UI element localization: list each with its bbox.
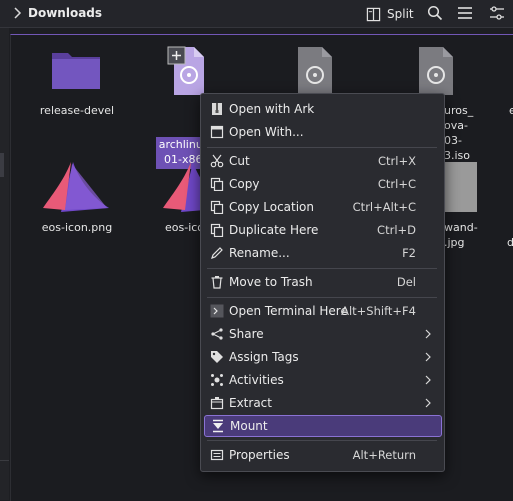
search-icon[interactable]: [427, 5, 443, 21]
split-label: Split: [387, 7, 414, 21]
open-with-icon: [210, 125, 224, 139]
menu-item-label: Assign Tags: [229, 350, 299, 364]
menu-item-shortcut: Ctrl+Alt+C: [352, 200, 416, 214]
disc-image-file-icon[interactable]: [415, 45, 457, 97]
pencil-icon: [211, 247, 223, 259]
menu-item-label: Share: [229, 327, 264, 341]
context-menu: Open with Ark Open With... Cut Ctrl+X Co…: [200, 93, 445, 472]
menu-item-mount[interactable]: Mount: [204, 415, 442, 437]
menu-separator: [207, 440, 437, 441]
menu-item-label: Copy: [229, 177, 260, 191]
menu-item-label: Open With...: [229, 125, 304, 139]
breadcrumb-current-folder[interactable]: Downloads: [28, 6, 102, 20]
extract-icon: [210, 397, 224, 410]
menu-item-rename[interactable]: Rename... F2: [204, 242, 440, 264]
menu-item-label: Copy Location: [229, 200, 315, 214]
menu-separator: [207, 147, 437, 148]
places-panel-edge: [0, 28, 9, 500]
menu-item-open-with[interactable]: Open With...: [204, 121, 440, 143]
mount-icon: [213, 419, 223, 433]
tag-icon: [211, 351, 223, 363]
file-name-line: uros_: [444, 104, 474, 117]
disc-image-file-icon[interactable]: [294, 45, 336, 97]
menu-item-shortcut: Ctrl+X: [378, 154, 416, 168]
menu-item-properties[interactable]: Properties Alt+Return: [204, 444, 440, 466]
menu-item-assign-tags[interactable]: Assign Tags: [204, 346, 440, 368]
menu-separator: [207, 297, 437, 298]
submenu-arrow-icon: [425, 398, 431, 408]
file-name-line: wand-: [444, 221, 478, 234]
menu-item-shortcut: F2: [402, 246, 416, 260]
menu-item-copy[interactable]: Copy Ctrl+C: [204, 173, 440, 195]
panel-selection-marker: [0, 153, 4, 177]
file-name-iso-partial[interactable]: uros_ ova-03- 3.iso: [444, 103, 484, 163]
menu-item-label: Rename...: [229, 246, 290, 260]
activities-icon: [211, 374, 223, 386]
folder-icon[interactable]: [50, 47, 102, 91]
submenu-arrow-icon: [425, 352, 431, 362]
toolbar: Downloads Split: [0, 0, 513, 28]
menu-item-label: Open with Ark: [229, 102, 315, 116]
file-name-line: ova-03-: [444, 119, 468, 147]
menu-item-extract[interactable]: Extract: [204, 392, 440, 414]
menu-item-label: Cut: [229, 154, 250, 168]
menu-item-label: Duplicate Here: [229, 223, 319, 237]
copy-location-icon: [210, 200, 224, 214]
menu-item-shortcut: Del: [396, 275, 416, 289]
share-icon: [211, 328, 223, 340]
terminal-icon: [210, 304, 224, 318]
panel-divider: [0, 460, 9, 461]
copy-icon: [210, 177, 224, 191]
properties-icon: [210, 449, 224, 461]
duplicate-icon: [210, 223, 224, 237]
split-view-icon: [366, 7, 381, 21]
scissors-icon: [210, 154, 224, 168]
menu-item-label: Mount: [230, 419, 268, 433]
menu-item-move-to-trash[interactable]: Move to Trash Del: [204, 271, 440, 293]
menu-item-label: Properties: [229, 448, 290, 462]
split-view-button[interactable]: Split: [366, 5, 414, 23]
image-thumbnail[interactable]: [443, 162, 477, 212]
trash-icon: [211, 276, 223, 289]
submenu-arrow-icon: [425, 329, 431, 339]
chevron-right-icon[interactable]: [12, 6, 22, 20]
menu-item-cut[interactable]: Cut Ctrl+X: [204, 150, 440, 172]
file-name-partial-right-2[interactable]: d: [507, 235, 513, 250]
file-name-line: 3.iso: [444, 149, 471, 162]
settings-sliders-icon[interactable]: [489, 5, 505, 21]
menu-item-activities[interactable]: Activities: [204, 369, 440, 391]
menu-item-label: Move to Trash: [229, 275, 313, 289]
menu-item-label: Activities: [229, 373, 284, 387]
disc-image-file-icon[interactable]: [166, 45, 208, 97]
submenu-arrow-icon: [425, 375, 431, 385]
file-name-line: .jpg: [444, 236, 465, 249]
menu-item-shortcut: Alt+Return: [352, 448, 416, 462]
file-name-eos-icon[interactable]: eos-icon.png: [31, 220, 123, 235]
file-name-partial-right[interactable]: e: [509, 103, 513, 118]
menu-item-label: Open Terminal Here: [229, 304, 348, 318]
menu-item-copy-location[interactable]: Copy Location Ctrl+Alt+C: [204, 196, 440, 218]
menu-item-share[interactable]: Share: [204, 323, 440, 345]
menu-item-shortcut: Alt+Shift+F4: [341, 304, 416, 318]
menu-item-shortcut: Ctrl+D: [377, 223, 416, 237]
menu-item-open-terminal-here[interactable]: Open Terminal Here Alt+Shift+F4: [204, 300, 440, 322]
menu-item-shortcut: Ctrl+C: [377, 177, 416, 191]
file-name-release-devel[interactable]: release-devel: [31, 103, 123, 118]
menu-item-duplicate-here[interactable]: Duplicate Here Ctrl+D: [204, 219, 440, 241]
menu-item-label: Extract: [229, 396, 272, 410]
menu-separator: [207, 268, 437, 269]
ark-icon: [212, 103, 222, 115]
file-name-wand[interactable]: wand- .jpg: [444, 220, 484, 250]
menu-item-open-with-ark[interactable]: Open with Ark: [204, 98, 440, 120]
hamburger-menu-icon[interactable]: [457, 5, 473, 21]
eos-image-icon[interactable]: [41, 160, 111, 216]
